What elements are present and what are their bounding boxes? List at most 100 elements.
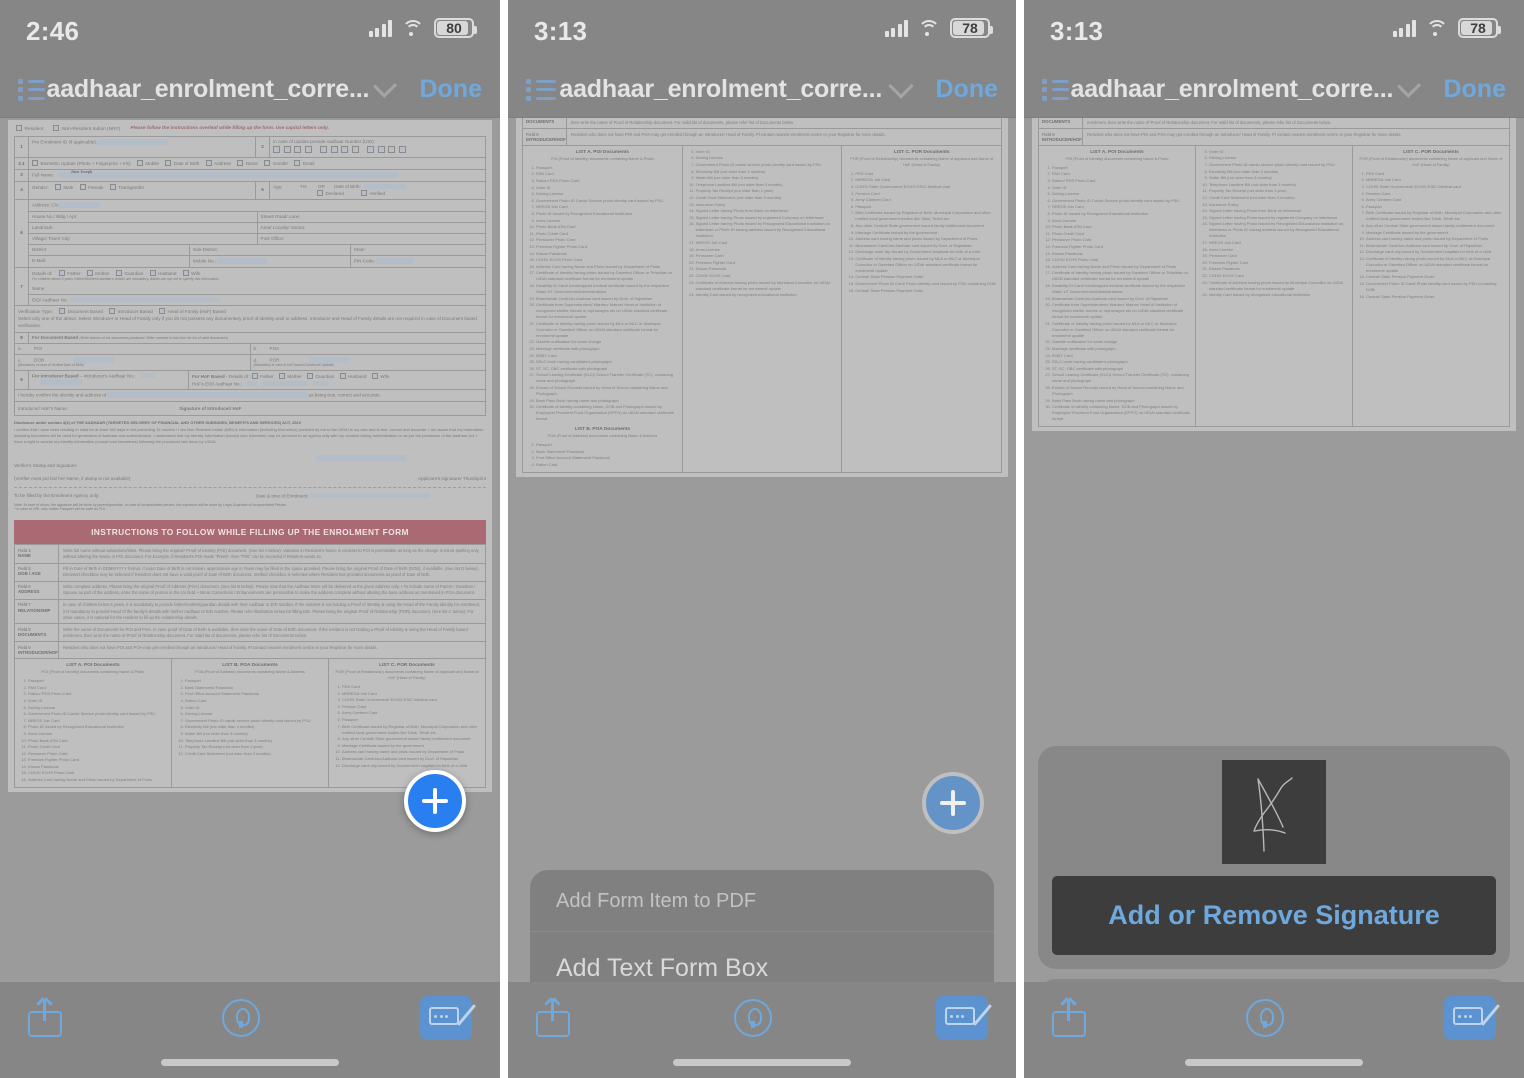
document-title: aadhaar_enrolment_corre...: [46, 75, 370, 103]
update-options[interactable]: Biometric Update (Photo + Fingerprint + …: [29, 158, 485, 169]
battery-icon: 78: [1458, 18, 1501, 38]
hof-husband[interactable]: Husband: [339, 372, 366, 379]
relation-eid-field[interactable]: EID/ Aadhaar No.:: [29, 295, 485, 306]
resident-checkbox[interactable]: Resident: [16, 125, 43, 133]
hof-wife[interactable]: Wife: [371, 372, 389, 379]
gender-field[interactable]: Gender: Male Female Transgender: [29, 181, 256, 199]
uid-field[interactable]: In case of Update provide Aadhaar Number…: [270, 137, 485, 157]
signature-glyph-icon: [1253, 777, 1293, 852]
hof-guardian[interactable]: Guardian: [306, 372, 334, 379]
add-form-item-fab[interactable]: [404, 770, 466, 832]
form-fill-icon[interactable]: [420, 996, 477, 1040]
chevron-down-icon[interactable]: [887, 72, 914, 99]
add-or-remove-signature-button[interactable]: Add or Remove Signature: [1052, 876, 1496, 955]
subdistrict-field[interactable]: Sub-District:: [190, 244, 351, 255]
introducer-name-cell[interactable]: Introducer/ HoF's Name: Signature of Int…: [15, 402, 485, 416]
dob-declared[interactable]: Declared: [317, 189, 344, 196]
outline-list-icon[interactable]: [1042, 78, 1069, 101]
gender-transgender[interactable]: Transgender: [109, 183, 144, 190]
opt-dob[interactable]: Date of Birth: [165, 160, 199, 167]
area-field[interactable]: Area/ Locality/ Sector:: [258, 223, 486, 233]
por-doc-field[interactable]: d. POR (Mandatory in case of HoF based En…: [251, 355, 486, 370]
rel-husband[interactable]: Husband: [149, 269, 176, 276]
cellular-signal-icon: [368, 19, 392, 37]
share-icon[interactable]: [536, 999, 570, 1037]
hof-father[interactable]: Father: [251, 372, 274, 379]
status-bar: 3:13 78: [1024, 0, 1524, 62]
add-form-item-fab[interactable]: [922, 772, 984, 834]
dob-doc-field[interactable]: c. DOB (Mandatory in case of Verified Dat…: [15, 354, 251, 370]
rel-mother[interactable]: Mother: [86, 269, 110, 276]
post-office-field[interactable]: Post Office:: [258, 234, 486, 244]
share-icon[interactable]: [1052, 999, 1086, 1037]
verification-note: Select only one of the above. Select Int…: [18, 316, 477, 328]
pre-enrolment-id-field[interactable]: Pre Enrolment ID (if applicable):: [29, 136, 256, 157]
village-field[interactable]: Village/ Town/ City:: [29, 233, 258, 244]
action-sheet-title: Add Form Item to PDF: [530, 870, 994, 932]
district-field[interactable]: District:: [29, 244, 190, 255]
markup-pen-icon[interactable]: [1246, 999, 1284, 1037]
wifi-icon: [402, 20, 424, 36]
hof-details-field[interactable]: For HoF Based - Details of : Father Moth…: [189, 371, 485, 389]
row-num: 5: [256, 181, 270, 199]
landmark-field[interactable]: Landmark:: [29, 222, 258, 233]
pin-field[interactable]: PIN Code:: [351, 256, 485, 267]
saved-signature-thumbnail[interactable]: [1222, 760, 1326, 864]
poa-field[interactable]: b. POA: [251, 344, 486, 354]
hof-mother[interactable]: Mother: [278, 372, 302, 379]
chevron-down-icon[interactable]: [373, 73, 398, 98]
relationship-options[interactable]: Details of: Father Mother Guardian Husba…: [29, 268, 485, 284]
age-dob-field[interactable]: Age: Yrs OR Date of Birth: Declared Veri…: [270, 182, 485, 199]
opt-email[interactable]: Email: [294, 160, 314, 167]
poi-field[interactable]: a. POI: [15, 343, 251, 354]
outline-list-icon[interactable]: [526, 78, 556, 101]
addr-district-row: District: Sub-District: State:: [29, 244, 485, 256]
email-field[interactable]: E-Mail:: [29, 255, 190, 267]
markup-pen-icon[interactable]: [222, 999, 260, 1037]
markup-pen-icon[interactable]: [734, 999, 772, 1037]
verif-hof[interactable]: Head of Family (HoF) Based: [159, 308, 226, 315]
rel-father[interactable]: Father: [58, 269, 81, 276]
house-field[interactable]: House No./ Bldg./ Apt:: [29, 211, 258, 222]
form-fill-icon[interactable]: [1444, 996, 1501, 1040]
confirm-row: I hereby confirm the identity and addres…: [14, 390, 486, 402]
instructions-table: Field 3NAMEWrite full name without salut…: [14, 544, 486, 660]
opt-mobile[interactable]: Mobile: [136, 160, 159, 167]
introducer-aadhaar-field[interactable]: For Introducer Based – Introducer's Aadh…: [29, 370, 189, 390]
gender-male[interactable]: Male: [54, 183, 73, 190]
row-num: 7: [15, 267, 29, 306]
done-button[interactable]: Done: [1444, 75, 1507, 104]
dob-verified[interactable]: Verified: [361, 189, 385, 196]
mobile-field[interactable]: Mobile No.:: [190, 255, 351, 267]
enrolment-datetime[interactable]: Date & time of Enrolment:: [256, 492, 486, 499]
biometric-update-checkbox[interactable]: Biometric Update (Photo + Fingerprint + …: [32, 160, 131, 167]
chevron-down-icon[interactable]: [1397, 73, 1422, 98]
instruction-row: Field 5 DOB / AGE Fill in Date of Birth in…: [14, 563, 486, 582]
verif-introducer[interactable]: Introducer Based: [109, 308, 153, 315]
instruction-row: Field 3 NAME Write full name without salut…: [14, 545, 486, 564]
opt-address[interactable]: Address: [205, 160, 231, 167]
verification-type[interactable]: Verification Type: Document Based Introd…: [15, 306, 485, 331]
confirm-statement[interactable]: I hereby confirm the identity and addres…: [15, 390, 485, 401]
opt-name[interactable]: Name: [237, 160, 258, 167]
state-field[interactable]: State:: [351, 245, 485, 255]
list-items: PassportBank Statement/ Passbook Post Of…: [176, 678, 324, 757]
outline-list-icon[interactable]: [18, 78, 45, 101]
verif-document[interactable]: Document Based: [59, 308, 103, 315]
nri-checkbox[interactable]: Non-Resident Indian (NRI*): [53, 125, 120, 133]
share-icon[interactable]: [28, 999, 62, 1037]
opt-gender[interactable]: Gender: [264, 160, 288, 167]
row-4-5: 4 Gender: Male Female Transgender 5 Age:…: [14, 181, 486, 200]
document-viewport[interactable]: Resident Non-Resident Indian (NRI*) Plea…: [0, 118, 500, 1078]
full-name-field[interactable]: Full Name: Jiten Joseph: [29, 170, 485, 181]
gender-female[interactable]: Female: [79, 183, 103, 190]
done-button[interactable]: Done: [936, 75, 999, 104]
form-fill-icon[interactable]: [936, 996, 993, 1040]
rel-guardian[interactable]: Guardian: [115, 269, 143, 276]
relation-name-field[interactable]: Name:: [29, 284, 485, 294]
list-items: PassportPAN Card Ration/ PDS Photo CardV…: [527, 165, 678, 422]
rel-wife[interactable]: Wife: [182, 269, 200, 276]
address-co-field[interactable]: Address: C/o: [29, 200, 485, 211]
street-field[interactable]: Street/ Road/ Lane:: [258, 212, 486, 222]
done-button[interactable]: Done: [420, 75, 483, 104]
